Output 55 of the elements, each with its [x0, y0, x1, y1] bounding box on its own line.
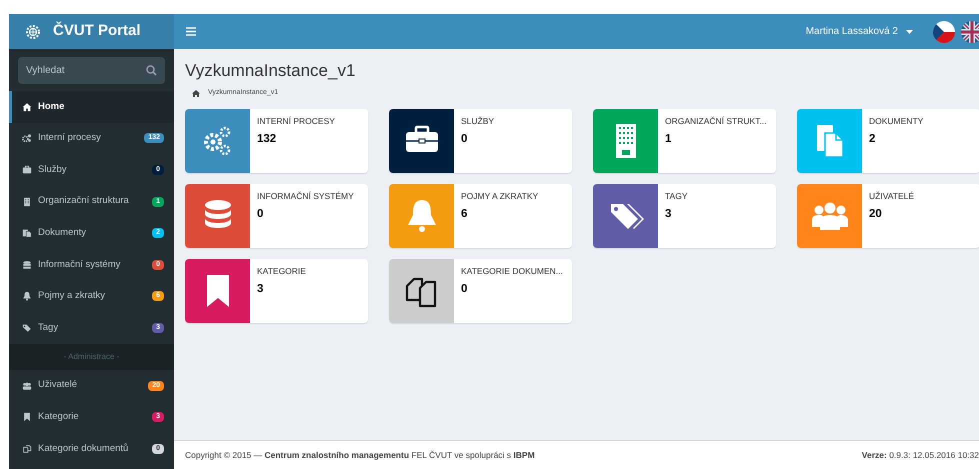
sidebar-item[interactable]: Home	[9, 91, 174, 123]
info-box[interactable]: DOKUMENTY 2	[797, 109, 979, 174]
tags-icon	[22, 322, 32, 333]
copy-icon	[22, 444, 32, 454]
database-icon	[22, 260, 32, 270]
box-count: 3	[257, 282, 264, 297]
box-label: KATEGORIE	[257, 265, 306, 278]
box-label: ORGANIZAČNÍ STRUKT...	[665, 115, 767, 128]
info-box[interactable]: POJMY A ZKRATKY 6	[389, 184, 572, 248]
briefcase-icon	[22, 164, 32, 175]
box-count: 0	[257, 207, 264, 222]
info-box[interactable]: UŽIVATELÉ 20	[797, 184, 979, 248]
uk-flag-icon[interactable]	[961, 20, 979, 42]
box-label: UŽIVATELÉ	[869, 190, 914, 203]
box-count: 1	[665, 132, 672, 147]
box-count: 0	[461, 282, 468, 297]
box-label: INFORMAČNÍ SYSTÉMY	[257, 190, 354, 203]
box-label: INTERNÍ PROCESY	[257, 115, 335, 128]
globe-gear-icon	[25, 24, 41, 40]
box-label: KATEGORIE DOKUMEN...	[461, 265, 563, 278]
box-count: 132	[257, 132, 278, 147]
czech-flag-icon[interactable]	[933, 20, 955, 42]
box-count: 0	[461, 132, 468, 147]
info-box[interactable]: INTERNÍ PROCESY 132	[185, 109, 368, 174]
documents-icon	[22, 228, 32, 238]
search-icon[interactable]	[146, 65, 157, 76]
box-label: DOKUMENTY	[869, 115, 924, 128]
caret-icon	[906, 30, 913, 34]
box-count: 20	[869, 207, 883, 222]
brand-title: ČVUT Portal	[53, 20, 141, 42]
box-label: SLUŽBY	[461, 115, 494, 128]
menu-icon[interactable]	[186, 27, 196, 36]
info-box[interactable]: INFORMAČNÍ SYSTÉMY 0	[185, 184, 368, 248]
search-field[interactable]: Vyhledat	[18, 57, 165, 84]
menu-section-header: - Administrace -	[9, 344, 174, 370]
building-icon	[22, 196, 32, 207]
bell-icon	[22, 291, 32, 302]
info-box[interactable]: KATEGORIE 3	[185, 259, 368, 324]
box-count: 3	[665, 207, 672, 222]
box-label: POJMY A ZKRATKY	[461, 190, 538, 203]
info-box[interactable]: KATEGORIE DOKUMEN... 0	[389, 259, 572, 324]
info-box[interactable]: SLUŽBY 0	[389, 109, 572, 174]
version-text: Verze: 0.9.3: 12.05.2016 10:32	[862, 448, 979, 462]
user-menu[interactable]: Martina Lassaková 2	[806, 24, 913, 39]
page-title: VyzkumnaInstance_v1	[185, 60, 356, 82]
brand-bar[interactable]: ČVUT Portal	[9, 14, 174, 49]
box-count: 6	[461, 207, 468, 222]
home-icon[interactable]	[192, 90, 200, 97]
home-icon	[22, 102, 32, 112]
info-box[interactable]: ORGANIZAČNÍ STRUKT... 1	[593, 109, 776, 174]
box-label: TAGY	[665, 190, 688, 203]
box-count: 2	[869, 132, 876, 147]
bookmark-icon	[22, 412, 32, 422]
copyright-text: Copyright © 2015 — Centrum znalostního managementu FEL ČVUT ve spolupráci s IBPM	[185, 448, 535, 462]
info-box[interactable]: TAGY 3	[593, 184, 776, 248]
